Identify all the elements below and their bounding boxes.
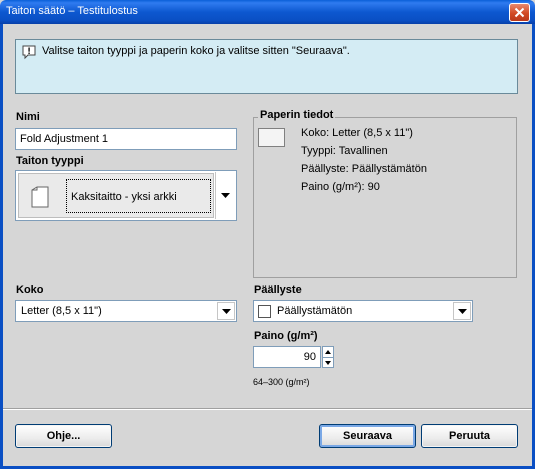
name-input[interactable]: Fold Adjustment 1	[15, 128, 237, 150]
cancel-button[interactable]: Peruuta	[421, 424, 518, 448]
chevron-up-icon	[325, 350, 331, 354]
paper-type-info: Tyyppi: Tavallinen	[301, 145, 388, 157]
paper-coating-info: Päällyste: Päällystämätön	[301, 163, 427, 175]
info-icon	[21, 44, 37, 63]
size-value: Letter (8,5 x 11")	[21, 305, 102, 317]
weight-label: Paino (g/m²)	[254, 330, 318, 342]
size-label: Koko	[16, 284, 44, 296]
weight-increment-button[interactable]	[323, 347, 333, 357]
instruction-text: Valitse taiton tyyppi ja paperin koko ja…	[42, 45, 350, 57]
button-separator	[3, 408, 532, 410]
fold-type-value: Kaksitaitto - yksi arkki	[66, 179, 211, 213]
coating-value: Päällystämätön	[277, 305, 353, 317]
paper-info-legend: Paperin tiedot	[258, 109, 336, 121]
coating-label: Päällyste	[254, 284, 302, 296]
paper-info-group	[253, 117, 517, 278]
title-bar[interactable]: Taiton säätö – Testitulostus	[0, 0, 535, 24]
paper-swatch-icon	[258, 128, 285, 147]
chevron-down-icon	[221, 193, 230, 198]
fold-type-dropdown-button[interactable]	[215, 172, 235, 219]
close-button[interactable]	[509, 3, 530, 22]
weight-range-hint: 64–300 (g/m²)	[253, 377, 310, 387]
name-label: Nimi	[16, 111, 40, 123]
fold-type-select[interactable]: Kaksitaitto - yksi arkki	[15, 170, 237, 221]
weight-stepper[interactable]	[322, 346, 334, 368]
coating-select[interactable]: Päällystämätön	[253, 300, 473, 322]
help-button[interactable]: Ohje...	[15, 424, 112, 448]
chevron-down-icon	[325, 360, 331, 365]
coating-swatch	[258, 305, 271, 318]
fold-type-label: Taiton tyyppi	[16, 155, 84, 167]
next-button[interactable]: Seuraava	[319, 424, 416, 448]
weight-input[interactable]: 90	[253, 346, 321, 368]
instruction-box: Valitse taiton tyyppi ja paperin koko ja…	[15, 39, 518, 94]
window-frame-left	[0, 24, 3, 469]
coating-dropdown-button[interactable]	[453, 302, 471, 320]
window-title: Taiton säätö – Testitulostus	[6, 5, 138, 17]
paper-size-info: Koko: Letter (8,5 x 11")	[301, 127, 413, 139]
size-select[interactable]: Letter (8,5 x 11")	[15, 300, 237, 322]
paper-weight-info: Paino (g/m²): 90	[301, 181, 380, 193]
size-dropdown-button[interactable]	[217, 302, 235, 320]
close-icon	[514, 7, 525, 18]
weight-decrement-button[interactable]	[323, 357, 333, 367]
fold-type-selected-item[interactable]: Kaksitaitto - yksi arkki	[18, 173, 214, 218]
chevron-down-icon	[457, 308, 467, 314]
chevron-down-icon	[221, 308, 231, 314]
fold-sheet-icon	[31, 186, 49, 211]
